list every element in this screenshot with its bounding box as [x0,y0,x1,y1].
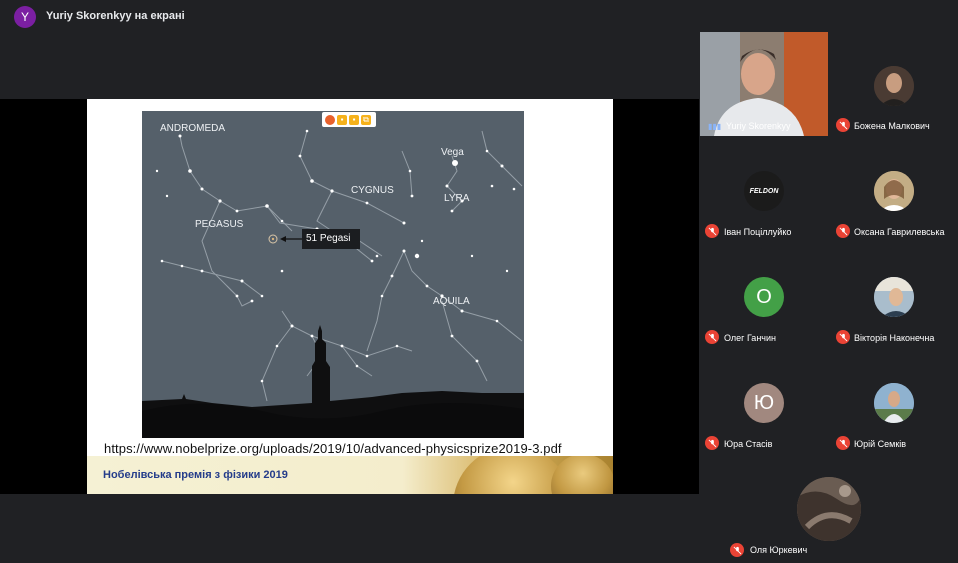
participant-tile[interactable]: Юрій Семків [829,350,958,454]
participant-avatar: Ю [744,383,784,423]
starmap-image [142,111,524,438]
label-andromeda: ANDROMEDA [160,123,226,134]
label-vega: Vega [441,147,464,158]
mic-off-icon [730,543,744,557]
participant-tile[interactable]: Оля Юркевич [724,456,934,563]
mic-off-icon [836,224,850,238]
share-icon[interactable]: ⧉ [361,114,371,125]
mic-off-icon [836,118,850,132]
label-lyra: LYRA [444,193,470,204]
participant-avatar [874,277,914,317]
participant-tile[interactable]: Вікторія Наконечна [829,244,958,348]
top-bar: Y Yuriy Skorenkyy на екрані [0,0,958,32]
mic-off-icon [705,224,719,238]
participant-avatar [874,171,914,211]
presenter-avatar: Y [14,6,36,28]
participant-avatar [874,66,914,106]
presenter-title: Yuriy Skorenkyy на екрані [46,10,185,22]
slide-footer-title: Нобелівська премія з фізики 2019 [103,469,288,481]
participant-name: Yuriy Skorenkyy [726,121,791,131]
participant-name: Божена Малкович [854,121,930,131]
participant-tile[interactable]: FELDON Іван Поціллуйко [700,138,828,242]
participant-avatar [874,383,914,423]
participant-tile[interactable]: Божена Малкович [829,32,958,136]
participant-tile[interactable]: Yuriy Skorenkyy ▮▮▮ [700,32,828,136]
camera-icon[interactable]: ▪ [337,114,347,125]
mic-off-icon [836,330,850,344]
participant-name: Оксана Гаврилевська [854,227,945,237]
mic-icon[interactable]: ▪ [349,114,359,125]
participant-avatar: FELDON [744,171,784,211]
label-aquila: AQUILA [433,296,470,307]
label-51-pegasi: 51 Pegasi [306,233,351,244]
participant-name: Оля Юркевич [750,545,808,555]
audio-level-icon: ▮▮▮ [708,122,722,131]
slide-source-url: https://www.nobelprize.org/uploads/2019/… [104,441,562,456]
participant-tile[interactable]: Ю Юра Стасів [700,350,828,454]
screen-share-controls[interactable]: ▪ ▪ ⧉ [322,112,376,127]
participant-name: Юрій Семків [854,439,907,449]
label-pegasus: PEGASUS [195,219,244,230]
participant-avatar-text: FELDON [749,187,779,195]
firefox-icon[interactable] [325,114,335,125]
label-cygnus: CYGNUS [351,185,394,196]
participant-name: Вікторія Наконечна [854,333,935,343]
mic-off-icon [836,436,850,450]
participant-name: Олег Ганчин [724,333,776,343]
nobel-medal-image [433,456,613,494]
participant-name: Іван Поціллуйко [724,227,792,237]
participant-avatar: О [744,277,784,317]
bottom-strip [0,494,699,563]
mic-off-icon [705,436,719,450]
participant-tile[interactable]: О Олег Ганчин [700,244,828,348]
mic-off-icon [705,330,719,344]
participant-tile[interactable]: Оксана Гаврилевська [829,138,958,242]
participant-avatar [797,477,861,541]
participant-name: Юра Стасів [724,439,773,449]
